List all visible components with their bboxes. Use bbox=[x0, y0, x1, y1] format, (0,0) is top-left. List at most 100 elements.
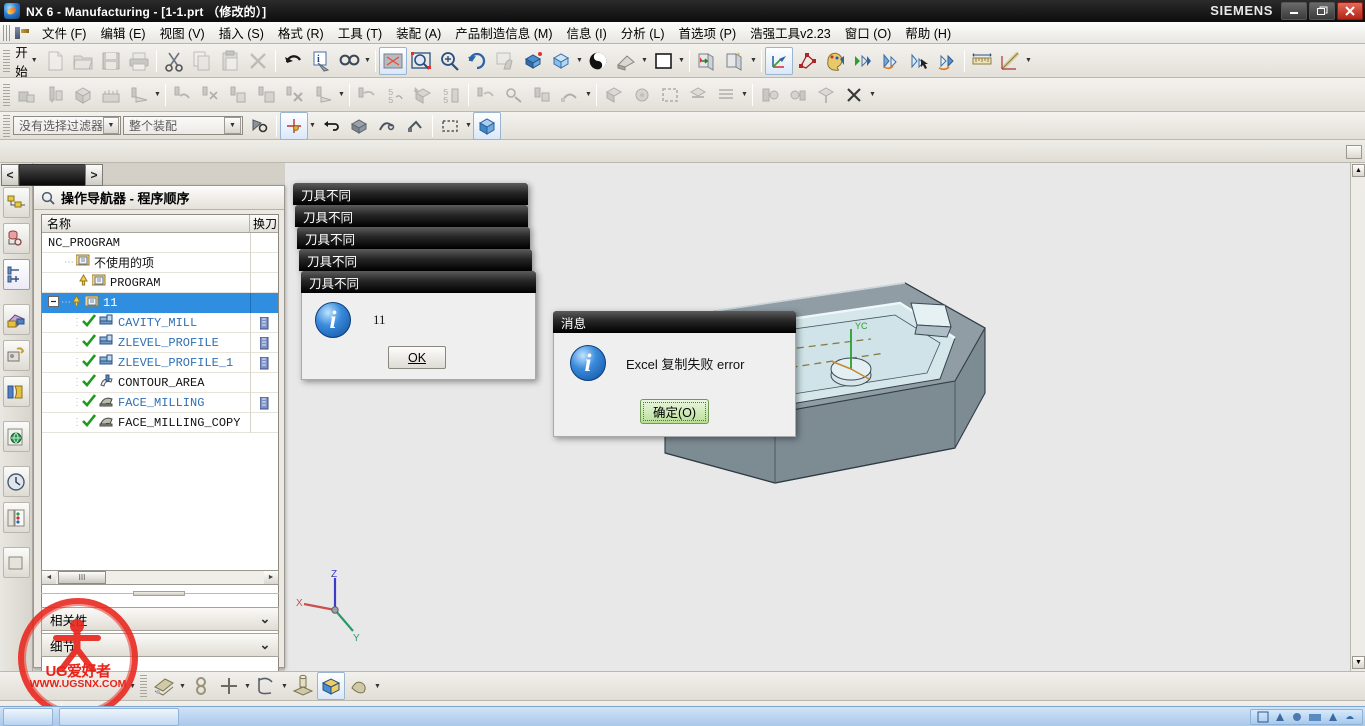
block-icon[interactable] bbox=[317, 672, 345, 700]
operation-navigator-icon[interactable] bbox=[2, 259, 30, 290]
chevron-down-icon[interactable]: ▼ bbox=[868, 83, 877, 107]
datum-plane-icon[interactable] bbox=[150, 672, 178, 700]
simulate-icon[interactable] bbox=[500, 81, 528, 109]
curve-select-icon[interactable] bbox=[373, 112, 401, 140]
fit-view-icon[interactable] bbox=[379, 46, 407, 75]
scroll-thumb[interactable]: III bbox=[58, 571, 106, 584]
background-color-icon[interactable] bbox=[649, 47, 677, 75]
tray-icon-2[interactable] bbox=[1274, 711, 1286, 723]
extrude-icon[interactable] bbox=[289, 672, 317, 700]
chevron-down-icon[interactable]: ▼ bbox=[31, 49, 38, 73]
copy-toolpath-icon[interactable] bbox=[225, 81, 253, 109]
panel-splitter[interactable] bbox=[41, 590, 279, 597]
machine-icon[interactable] bbox=[528, 81, 556, 109]
palette-icon[interactable] bbox=[821, 47, 849, 75]
measure-angle-icon[interactable] bbox=[996, 47, 1024, 75]
chevron-down-icon[interactable]: ▼ bbox=[243, 674, 252, 698]
verify-toolpath-icon[interactable] bbox=[197, 81, 225, 109]
nav-next-button[interactable]: > bbox=[85, 164, 103, 186]
rotate-icon[interactable] bbox=[463, 47, 491, 75]
chevron-down-icon[interactable]: ▼ bbox=[153, 83, 162, 107]
chevron-down-icon[interactable]: ▼ bbox=[337, 83, 346, 107]
start-menu-button[interactable]: 开始 ▼ bbox=[13, 46, 41, 79]
selection-filter-combo[interactable]: 没有选择过滤器 ▼ bbox=[13, 116, 121, 135]
confirm-button[interactable]: 确定(O) bbox=[639, 399, 710, 424]
tray-icon-4[interactable] bbox=[1327, 711, 1339, 723]
tool-path-edit-icon[interactable] bbox=[556, 81, 584, 109]
nav-prev-button[interactable]: < bbox=[1, 164, 19, 186]
layer-visible-icon[interactable] bbox=[721, 47, 749, 75]
menu-haoqiang-tools[interactable]: 浩强工具v2.23 bbox=[743, 21, 838, 44]
cut-icon[interactable] bbox=[160, 47, 188, 75]
menu-edit[interactable]: 编辑 (E) bbox=[93, 21, 152, 44]
table-row[interactable]: ⋮ ZLEVEL_PROFILE_1 bbox=[42, 353, 278, 373]
show-hide-icon[interactable] bbox=[877, 47, 905, 75]
menu-format[interactable]: 格式 (R) bbox=[271, 21, 331, 44]
wcs-icon[interactable] bbox=[765, 46, 793, 75]
select-general-icon[interactable] bbox=[245, 112, 273, 140]
delete-icon[interactable] bbox=[244, 47, 272, 75]
region-icon[interactable] bbox=[684, 81, 712, 109]
taskbar-window-item[interactable] bbox=[59, 707, 179, 726]
table-row[interactable]: ⋯ 11 bbox=[42, 293, 278, 313]
snap-point-icon[interactable] bbox=[280, 111, 308, 140]
holder-icon[interactable] bbox=[600, 81, 628, 109]
create-geometry-icon[interactable] bbox=[69, 81, 97, 109]
chevron-down-icon[interactable]: ▼ bbox=[128, 674, 137, 698]
tool-warning-dialog-5[interactable]: 刀具不同 11 OK bbox=[301, 271, 536, 380]
toolbar-grip-standard[interactable] bbox=[3, 49, 10, 72]
shading-icon[interactable] bbox=[584, 47, 612, 75]
chevron-down-icon[interactable]: ▼ bbox=[575, 49, 584, 73]
delete-toolpath-icon[interactable] bbox=[281, 81, 309, 109]
undo-icon[interactable] bbox=[279, 47, 307, 75]
pan-icon[interactable] bbox=[491, 47, 519, 75]
table-row[interactable]: NC_PROGRAM bbox=[42, 233, 278, 253]
layer-settings-icon[interactable] bbox=[693, 47, 721, 75]
zoom-icon[interactable] bbox=[435, 47, 463, 75]
post-process-icon[interactable] bbox=[353, 81, 381, 109]
palette-panel-icon[interactable] bbox=[2, 547, 30, 578]
point-icon[interactable] bbox=[215, 672, 243, 700]
paste-icon[interactable] bbox=[216, 47, 244, 75]
message-dialog[interactable]: 消息 Excel 复制失败 error 确定(O) bbox=[553, 311, 796, 437]
menu-help[interactable]: 帮助 (H) bbox=[898, 21, 958, 44]
revolve-icon[interactable] bbox=[345, 672, 373, 700]
ok-button[interactable]: OK bbox=[388, 346, 446, 369]
edge-select-icon[interactable] bbox=[401, 112, 429, 140]
chevron-down-icon[interactable]: ▼ bbox=[102, 117, 119, 134]
solid-body-icon[interactable] bbox=[473, 111, 501, 140]
menu-info[interactable]: 信息 (I) bbox=[559, 21, 613, 44]
scroll-up-button[interactable]: ▲ bbox=[1352, 164, 1365, 177]
tray-icon-5[interactable] bbox=[1344, 711, 1356, 723]
tool-warning-dialog-4[interactable]: 刀具不同 bbox=[299, 249, 532, 271]
nav-scroll-track[interactable] bbox=[19, 164, 86, 186]
face-select-icon[interactable] bbox=[345, 112, 373, 140]
wcs-dynamic-icon[interactable] bbox=[793, 47, 821, 75]
menu-tools[interactable]: 工具 (T) bbox=[331, 21, 389, 44]
taskbar-start-button[interactable] bbox=[3, 707, 53, 726]
toolbar-grip-selection[interactable] bbox=[3, 114, 10, 137]
close-button[interactable] bbox=[1337, 2, 1363, 20]
chevron-down-icon[interactable]: ▼ bbox=[1024, 49, 1033, 73]
cut-level-icon[interactable] bbox=[712, 81, 740, 109]
chevron-down-icon[interactable]: ▼ bbox=[584, 83, 593, 107]
chevron-down-icon[interactable]: ⌄ bbox=[252, 634, 278, 656]
expander-minus-icon[interactable] bbox=[48, 295, 59, 311]
hd3d-tools-icon[interactable] bbox=[2, 376, 30, 407]
toolbar-grip-feature[interactable] bbox=[140, 675, 147, 697]
web-browser-icon[interactable] bbox=[2, 421, 30, 452]
swap-hide-icon[interactable] bbox=[933, 47, 961, 75]
tool-warning-dialog-2[interactable]: 刀具不同 bbox=[295, 205, 528, 227]
minimize-button[interactable] bbox=[1281, 2, 1307, 20]
info-icon[interactable]: i bbox=[307, 47, 335, 75]
menu-window[interactable]: 窗口 (O) bbox=[838, 21, 899, 44]
table-row[interactable]: PROGRAM bbox=[42, 273, 278, 293]
open-folder-icon[interactable] bbox=[69, 47, 97, 75]
panel-details[interactable]: 细节 ⌄ bbox=[41, 633, 279, 657]
transform-icon[interactable] bbox=[309, 81, 337, 109]
panel-dependencies[interactable]: 相关性 ⌄ bbox=[41, 607, 279, 631]
selection-scope-combo[interactable]: 整个装配 ▼ bbox=[123, 116, 243, 135]
menu-assembly[interactable]: 装配 (A) bbox=[389, 21, 448, 44]
datum-axis-icon[interactable] bbox=[187, 672, 215, 700]
back-icon[interactable] bbox=[317, 112, 345, 140]
